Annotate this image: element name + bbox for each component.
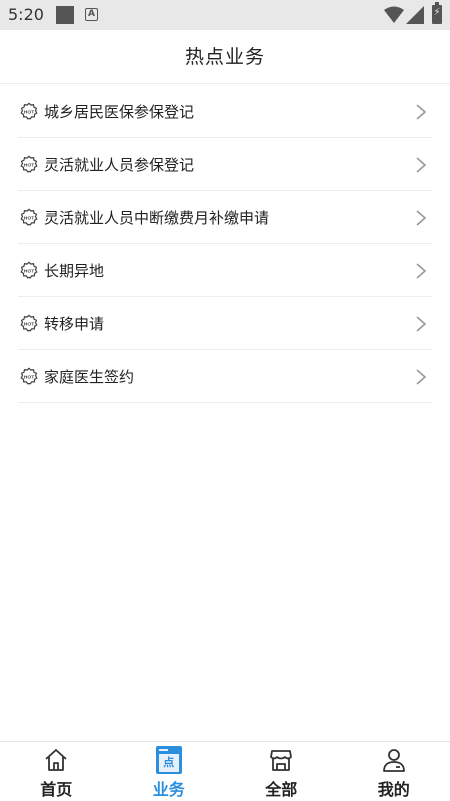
tab-label: 业务 xyxy=(152,780,185,799)
header: 热点业务 xyxy=(0,30,450,84)
tab-label: 全部 xyxy=(265,780,298,799)
hot-badge-icon: HOT xyxy=(20,208,38,226)
list-item-label: 灵活就业人员中断缴费月补缴申请 xyxy=(44,208,270,227)
list-item-long-term-remote[interactable]: HOT 长期异地 xyxy=(18,244,432,297)
home-icon xyxy=(45,749,67,771)
list-item-label: 转移申请 xyxy=(44,314,105,333)
status-bar: 5:20 A xyxy=(0,0,450,30)
tab-mine[interactable]: 我的 xyxy=(338,742,450,801)
page-title: 热点业务 xyxy=(184,46,265,68)
svg-text:HOT: HOT xyxy=(24,109,34,115)
hot-badge-icon: HOT xyxy=(20,314,38,332)
list-item-flexible-employment-registration[interactable]: HOT 灵活就业人员参保登记 xyxy=(18,138,432,191)
tab-business[interactable]: 点 业务 xyxy=(113,742,226,801)
chevron-right-icon xyxy=(416,104,427,120)
a-badge-icon: A xyxy=(85,8,98,21)
business-icon-text: 点 xyxy=(158,754,179,772)
svg-text:HOT: HOT xyxy=(24,321,34,327)
user-icon xyxy=(382,749,405,772)
hot-badge-icon: HOT xyxy=(20,367,38,385)
chevron-right-icon xyxy=(416,316,427,332)
bottom-tab-bar: 首页 点 业务 全部 我的 xyxy=(0,741,450,801)
list-item-label: 城乡居民医保参保登记 xyxy=(44,102,195,121)
chevron-right-icon xyxy=(416,210,427,226)
store-icon xyxy=(270,750,293,771)
battery-icon xyxy=(432,2,442,24)
chevron-right-icon xyxy=(416,157,427,173)
hot-badge-icon: HOT xyxy=(20,155,38,173)
hot-badge-icon: HOT xyxy=(20,261,38,279)
business-icon: 点 xyxy=(155,746,182,774)
wifi-icon xyxy=(384,6,404,23)
hot-services-list: HOT 城乡居民医保参保登记 HOT 灵活就业人员参保登记 HOT 灵活就业人员… xyxy=(18,85,432,403)
svg-text:HOT: HOT xyxy=(24,162,34,168)
svg-text:HOT: HOT xyxy=(24,215,34,221)
chevron-right-icon xyxy=(416,369,427,385)
list-item-family-doctor[interactable]: HOT 家庭医生签约 xyxy=(18,350,432,403)
list-item-interrupted-payment-supplement[interactable]: HOT 灵活就业人员中断缴费月补缴申请 xyxy=(18,191,432,244)
list-item-urban-rural-insurance[interactable]: HOT 城乡居民医保参保登记 xyxy=(18,85,432,138)
hot-badge-icon: HOT xyxy=(20,102,38,120)
list-item-label: 灵活就业人员参保登记 xyxy=(44,155,195,174)
tab-label: 首页 xyxy=(40,780,73,799)
list-item-label: 长期异地 xyxy=(44,261,105,280)
signal-icon xyxy=(406,6,424,24)
status-time: 5:20 xyxy=(8,5,44,24)
list-item-label: 家庭医生签约 xyxy=(44,367,135,386)
notification-square-icon xyxy=(56,6,74,24)
svg-text:HOT: HOT xyxy=(24,374,34,380)
chevron-right-icon xyxy=(416,263,427,279)
list-item-transfer-application[interactable]: HOT 转移申请 xyxy=(18,297,432,350)
svg-text:HOT: HOT xyxy=(24,268,34,274)
tab-all[interactable]: 全部 xyxy=(225,742,338,801)
tab-home[interactable]: 首页 xyxy=(0,742,113,801)
tab-label: 我的 xyxy=(377,780,410,799)
